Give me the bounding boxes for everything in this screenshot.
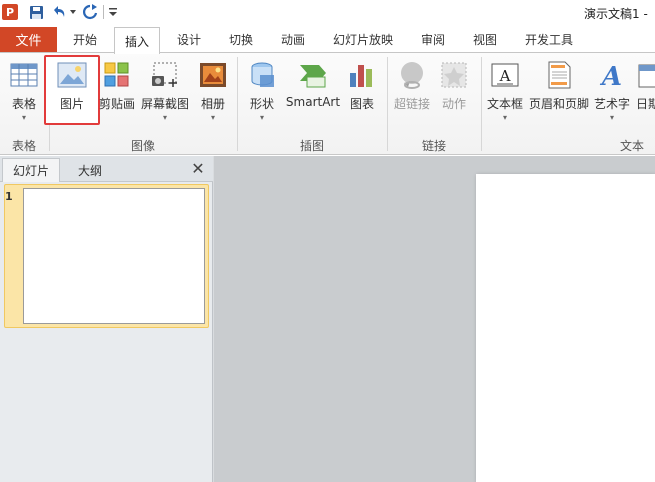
- chevron-down-icon: ▾: [210, 113, 215, 122]
- tab-transitions[interactable]: 切换: [218, 27, 264, 52]
- hyperlink-label: 超链接: [393, 97, 430, 111]
- screenshot-button[interactable]: 屏幕截图 ▾: [138, 57, 192, 133]
- tab-animations[interactable]: 动画: [270, 27, 316, 52]
- calendar-icon: [638, 64, 655, 88]
- svg-text:A: A: [499, 67, 511, 85]
- chart-label: 图表: [349, 97, 374, 111]
- textbox-button[interactable]: A 文本框 ▾: [484, 57, 526, 133]
- textbox-icon: A: [491, 63, 519, 87]
- window-title: 演示文稿1 -: [584, 7, 648, 21]
- header-footer-label: 页眉和页脚: [528, 97, 589, 111]
- shapes-label: 形状: [249, 97, 274, 111]
- hyperlink-button: 超链接: [392, 57, 432, 133]
- chevron-down-icon: [109, 8, 117, 16]
- clipart-label: 剪贴画: [98, 97, 135, 111]
- tab-outline[interactable]: 大纲: [60, 158, 120, 182]
- smartart-label: SmartArt: [285, 95, 341, 109]
- save-icon: [29, 5, 43, 19]
- wordart-button[interactable]: A 艺术字 ▾: [592, 57, 632, 133]
- picture-button[interactable]: 图片: [44, 55, 100, 125]
- chevron-down-icon: ▾: [259, 113, 264, 122]
- chevron-down-icon: ▾: [502, 113, 507, 122]
- clipart-icon: [104, 62, 129, 87]
- slide-number: 1: [5, 190, 13, 203]
- close-icon[interactable]: ✕: [189, 159, 207, 178]
- tab-slideshow[interactable]: 幻灯片放映: [324, 27, 402, 52]
- group-label-text: 文本: [619, 139, 644, 153]
- table-label: 表格: [11, 97, 36, 111]
- tab-slides[interactable]: 幻灯片: [2, 158, 60, 182]
- customize-toolbar-button[interactable]: [107, 3, 119, 21]
- action-button: 动作: [436, 57, 472, 133]
- chart-button[interactable]: 图表: [344, 57, 380, 133]
- undo-button[interactable]: [50, 3, 78, 21]
- redo-icon: [83, 4, 98, 20]
- hyperlink-icon: [401, 62, 423, 89]
- group-label-illustrations: 插图: [299, 139, 324, 153]
- tab-home[interactable]: 开始: [62, 27, 108, 52]
- wordart-label: 艺术字: [593, 97, 630, 111]
- smartart-button[interactable]: SmartArt: [284, 57, 342, 133]
- photo-album-button[interactable]: 相册 ▾: [194, 57, 232, 133]
- toolbar-separator: [103, 5, 104, 19]
- picture-label: 图片: [59, 97, 84, 111]
- pane-tabs: 幻灯片 大纲 ✕: [0, 156, 213, 182]
- shapes-button[interactable]: 形状 ▾: [244, 57, 280, 133]
- ribbon-tabs: 文件 开始 插入 设计 切换 动画 幻灯片放映 审阅 视图 开发工具: [0, 24, 655, 54]
- table-icon: [10, 63, 38, 87]
- redo-button[interactable]: [82, 3, 98, 21]
- screenshot-icon: [152, 62, 177, 87]
- action-icon: [441, 62, 467, 88]
- datetime-button[interactable]: 日期: [634, 57, 655, 133]
- header-footer-icon: [548, 61, 571, 89]
- chevron-down-icon: ▾: [21, 113, 26, 122]
- slide[interactable]: [476, 174, 655, 482]
- action-label: 动作: [441, 97, 466, 111]
- photo-album-label: 相册: [200, 97, 225, 111]
- title-bar: P 演示文稿1 -: [0, 0, 655, 24]
- group-label-tables: 表格: [11, 139, 36, 153]
- slides-pane: 幻灯片 大纲 ✕ 1: [0, 156, 213, 482]
- tab-view[interactable]: 视图: [462, 27, 508, 52]
- screenshot-label: 屏幕截图: [140, 97, 189, 111]
- chevron-down-icon: ▾: [162, 113, 167, 122]
- table-button[interactable]: 表格 ▾: [4, 57, 44, 133]
- tab-file[interactable]: 文件: [0, 27, 57, 52]
- clipart-button[interactable]: 剪贴画: [98, 57, 136, 133]
- textbox-label: 文本框: [486, 97, 523, 111]
- tab-insert[interactable]: 插入: [114, 27, 160, 54]
- undo-icon: [54, 6, 76, 17]
- picture-icon: [57, 62, 87, 88]
- header-footer-button[interactable]: 页眉和页脚: [528, 57, 590, 133]
- group-label-images: 图像: [130, 139, 155, 153]
- powerpoint-logo-icon[interactable]: P: [2, 4, 18, 20]
- tab-developer[interactable]: 开发工具: [516, 27, 582, 52]
- wordart-icon: A: [599, 62, 622, 91]
- slide-editor-canvas: [214, 156, 655, 482]
- svg-text:A: A: [599, 62, 622, 91]
- group-label-links: 链接: [421, 139, 446, 153]
- save-button[interactable]: [28, 3, 44, 21]
- chart-icon: [350, 65, 372, 87]
- ribbon: 表格 ▾ 表格 图片 剪贴画 屏幕截图 ▾ 相册 ▾ 图像 形状 ▾ Smart…: [0, 52, 655, 155]
- chevron-down-icon: ▾: [609, 113, 614, 122]
- smartart-icon: [300, 65, 326, 88]
- datetime-label: 日期: [636, 97, 655, 111]
- tab-design[interactable]: 设计: [166, 27, 212, 52]
- shapes-icon: [251, 62, 274, 87]
- tab-review[interactable]: 审阅: [410, 27, 456, 52]
- slide-thumbnail[interactable]: [23, 188, 205, 324]
- photo-album-icon: [200, 63, 226, 87]
